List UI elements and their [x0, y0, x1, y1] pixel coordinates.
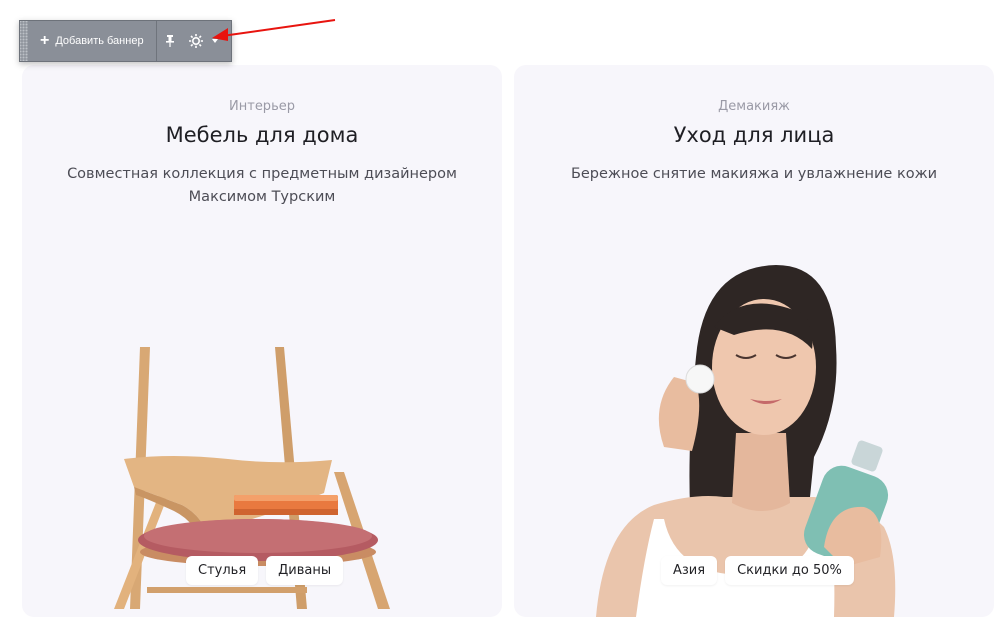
add-banner-label: Добавить баннер [55, 35, 144, 47]
banner-description: Бережное снятие макияжа и увлажнение кож… [570, 166, 938, 182]
tag-sofas[interactable]: Диваны [266, 556, 344, 585]
banner-eyebrow: Демакияж [718, 99, 790, 114]
banner-title[interactable]: Уход для лица [514, 123, 994, 147]
page: Интерьер Мебель для дома Совместная колл… [0, 0, 1003, 623]
banner-tags: Азия Скидки до 50% [661, 556, 854, 585]
plus-icon: + [40, 32, 50, 49]
add-banner-button[interactable]: + Добавить баннер [28, 21, 157, 61]
banner-skincare[interactable]: Демакияж Уход для лица Бережное снятие м… [514, 65, 994, 617]
banner-furniture[interactable]: Интерьер Мебель для дома Совместная колл… [22, 65, 502, 617]
tag-discounts[interactable]: Скидки до 50% [725, 556, 854, 585]
annotation-arrow [212, 19, 336, 41]
tag-chairs[interactable]: Стулья [186, 556, 259, 585]
banner-description: Совместная коллекция с предметным дизайн… [67, 166, 457, 205]
tag-asia[interactable]: Азия [661, 556, 718, 585]
banner-title[interactable]: Мебель для дома [22, 123, 502, 147]
pin-button[interactable] [157, 21, 183, 61]
banner-tags: Стулья Диваны [186, 556, 344, 585]
pin-icon [165, 35, 174, 47]
drag-handle[interactable] [20, 21, 28, 61]
banner-eyebrow: Интерьер [229, 99, 295, 114]
